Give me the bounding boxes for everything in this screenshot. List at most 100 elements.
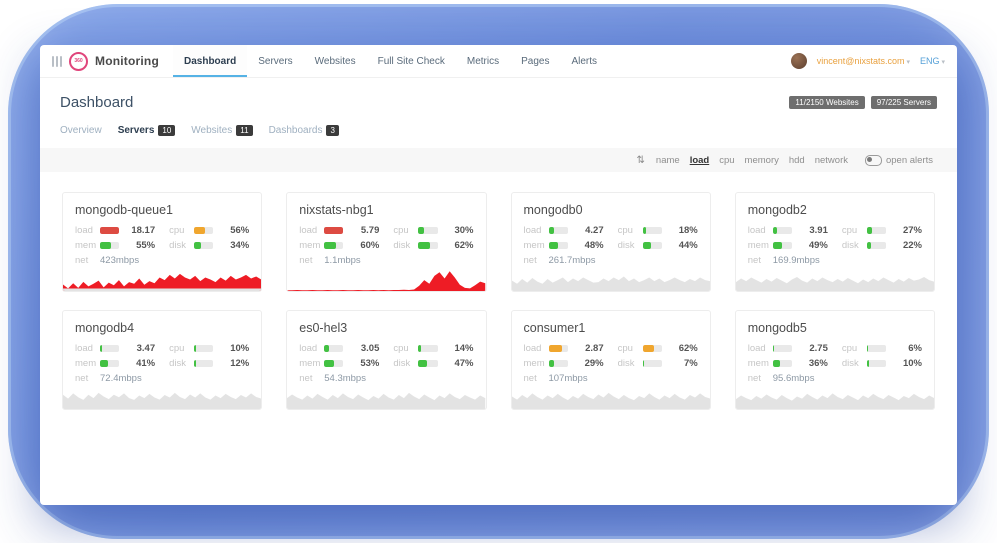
metric-disk-bar — [867, 360, 886, 367]
metric-load: load 5.79 — [299, 225, 379, 236]
metric-value: 6% — [892, 343, 922, 354]
sort-option-memory[interactable]: memory — [740, 155, 784, 166]
sort-bar: ⇅ nameloadcpumemoryhddnetwork open alert… — [40, 148, 957, 172]
metric-label: mem — [75, 240, 100, 251]
metric-cpu-bar — [867, 345, 886, 352]
metric-disk-bar — [418, 242, 437, 249]
server-card[interactable]: mongodb2load3.91cpu27%mem49%disk22%net16… — [735, 192, 935, 292]
metric-disk-bar — [643, 360, 662, 367]
server-card[interactable]: consumer1load2.87cpu62%mem29%disk7%net10… — [511, 310, 711, 410]
language-dropdown[interactable]: ENG▾ — [920, 56, 945, 66]
usage-badge: 11/2150 Websites — [789, 96, 864, 109]
sparkline-chart — [63, 383, 261, 409]
sort-option-name[interactable]: name — [651, 155, 685, 166]
metric-label: mem — [524, 358, 549, 369]
server-card[interactable]: mongodb-queue1load18.17cpu56%mem55%disk3… — [62, 192, 262, 292]
menu-item-alerts[interactable]: Alerts — [560, 45, 608, 77]
metric-value: 2.87 — [574, 343, 604, 354]
metric-mem: mem53% — [299, 358, 379, 369]
menu-item-websites[interactable]: Websites — [304, 45, 367, 77]
avatar[interactable] — [791, 53, 807, 69]
metric-label: cpu — [618, 343, 643, 354]
menu-item-full-site-check[interactable]: Full Site Check — [367, 45, 456, 77]
sparkline-chart — [287, 383, 485, 409]
tab-servers[interactable]: Servers10 — [118, 125, 176, 136]
nav-right: vincent@nixstats.com▾ ENG▾ — [791, 45, 945, 77]
metric-label: mem — [748, 358, 773, 369]
menu-item-pages[interactable]: Pages — [510, 45, 560, 77]
metric-cpu-bar — [643, 227, 662, 234]
metric-mem: mem48% — [524, 240, 604, 251]
server-metrics: load3.91cpu27%mem49%disk22%net169.9mbps — [736, 225, 934, 270]
tab-label: Dashboards — [269, 125, 323, 136]
tab-count-badge: 10 — [158, 125, 175, 136]
server-card[interactable]: mongodb0load4.27cpu18%mem48%disk44%net26… — [511, 192, 711, 292]
metric-value: 41% — [125, 358, 155, 369]
user-email-dropdown[interactable]: vincent@nixstats.com▾ — [817, 56, 910, 66]
metric-label: disk — [618, 358, 643, 369]
server-card[interactable]: es0-hel3load3.05cpu14%mem53%disk47%net54… — [286, 310, 486, 410]
server-name: mongodb5 — [736, 311, 934, 343]
metric-label: disk — [169, 358, 194, 369]
tab-dashboards[interactable]: Dashboards3 — [269, 125, 339, 136]
open-alerts-label[interactable]: open alerts — [886, 155, 933, 166]
metric-load-bar — [549, 227, 568, 234]
metric-load: load3.47 — [75, 343, 155, 354]
sort-option-hdd[interactable]: hdd — [784, 155, 810, 166]
chevron-down-icon: ▾ — [941, 59, 945, 66]
menu-item-metrics[interactable]: Metrics — [456, 45, 510, 77]
metric-disk-bar — [194, 360, 213, 367]
metric-load: load3.05 — [299, 343, 379, 354]
sparkline-chart — [512, 383, 710, 409]
app-grid-icon[interactable] — [52, 56, 62, 67]
metric-cpu-bar — [418, 345, 437, 352]
metric-mem: mem 29% — [524, 358, 604, 369]
server-card[interactable]: mongodb5load2.75cpu6%mem36%disk10%net95.… — [735, 310, 935, 410]
sort-option-network[interactable]: network — [810, 155, 853, 166]
metric-mem: mem 55% — [75, 240, 155, 251]
sort-icon: ⇅ — [637, 155, 645, 166]
metric-label: mem — [524, 240, 549, 251]
server-card[interactable]: mongodb4load3.47cpu10%mem41%disk12%net72… — [62, 310, 262, 410]
tab-websites[interactable]: Websites11 — [191, 125, 252, 136]
tab-label: Websites — [191, 125, 232, 136]
tab-label: Overview — [60, 125, 102, 136]
open-alerts-toggle-icon[interactable] — [865, 155, 882, 166]
sort-option-load[interactable]: load — [685, 155, 715, 166]
metric-cpu: cpu14% — [393, 343, 473, 354]
metric-value: 3.47 — [125, 343, 155, 354]
server-name: mongodb2 — [736, 193, 934, 225]
metric-load-bar — [100, 227, 119, 234]
metric-load-bar — [100, 345, 119, 352]
server-metrics: load5.79cpu30%mem60%disk62%net1.1mbps — [287, 225, 485, 270]
metric-label: load — [524, 225, 549, 236]
tab-overview[interactable]: Overview — [60, 125, 102, 136]
metric-label: load — [299, 225, 324, 236]
metric-value: 5.79 — [349, 225, 379, 236]
metric-value: 10% — [219, 343, 249, 354]
server-card[interactable]: nixstats-nbg1load5.79cpu30%mem60%disk62%… — [286, 192, 486, 292]
menu-item-servers[interactable]: Servers — [247, 45, 303, 77]
metric-label: cpu — [169, 225, 194, 236]
metric-cpu-bar — [194, 345, 213, 352]
metric-cpu: cpu18% — [618, 225, 698, 236]
metric-value: 56% — [219, 225, 249, 236]
metric-disk: disk47% — [393, 358, 473, 369]
metric-load: load2.87 — [524, 343, 604, 354]
metric-mem-bar — [549, 360, 568, 367]
metric-value: 60% — [349, 240, 379, 251]
metric-value: 18.17 — [125, 225, 155, 236]
metric-label: disk — [393, 240, 418, 251]
server-name: nixstats-nbg1 — [287, 193, 485, 225]
metric-load-bar — [773, 227, 792, 234]
metric-label: load — [748, 343, 773, 354]
metric-disk: disk34% — [169, 240, 249, 251]
metric-value: 29% — [574, 358, 604, 369]
metric-label: mem — [299, 358, 324, 369]
sort-option-cpu[interactable]: cpu — [714, 155, 739, 166]
metric-value: 3.91 — [798, 225, 828, 236]
sparkline-chart — [287, 265, 485, 291]
chevron-down-icon: ▾ — [906, 59, 910, 66]
metric-value: 55% — [125, 240, 155, 251]
menu-item-dashboard[interactable]: Dashboard — [173, 45, 247, 77]
